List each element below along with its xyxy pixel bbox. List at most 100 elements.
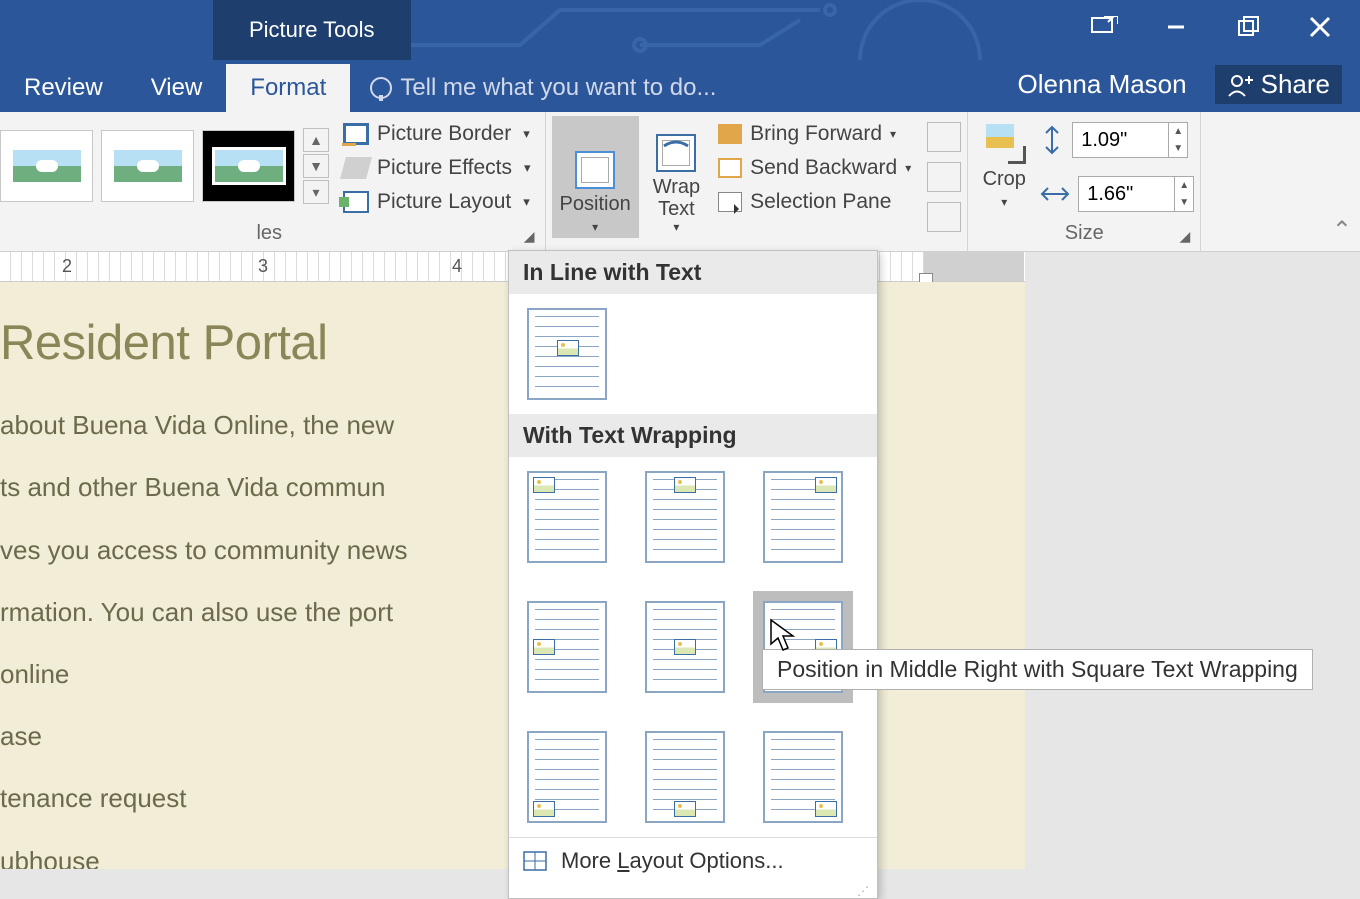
picture-layout-label: Picture Layout: [377, 190, 511, 214]
position-top-center[interactable]: [645, 471, 725, 563]
crop-label: Crop: [983, 168, 1026, 191]
chevron-down-icon: ▾: [905, 161, 911, 175]
height-input[interactable]: [1073, 129, 1168, 152]
position-dropdown: In Line with Text With Text Wrapping Mor…: [508, 250, 878, 899]
spin-up-button[interactable]: ▲: [1169, 123, 1187, 140]
picture-border-icon: [343, 123, 369, 145]
position-icon: [575, 151, 615, 189]
bring-forward-label: Bring Forward: [750, 122, 882, 146]
share-button[interactable]: Share: [1215, 65, 1342, 104]
spin-up-button[interactable]: ▲: [1175, 177, 1193, 194]
position-middle-center[interactable]: [645, 601, 725, 693]
picture-style-item[interactable]: [202, 130, 295, 202]
picture-effects-button[interactable]: Picture Effects ▾: [335, 154, 539, 182]
chevron-down-icon: ▾: [673, 220, 679, 234]
ruler-number: 4: [452, 256, 462, 277]
ruler-number: 2: [62, 256, 72, 277]
position-top-right[interactable]: [763, 471, 843, 563]
align-button[interactable]: [927, 122, 961, 152]
chevron-down-icon: ▾: [890, 127, 896, 141]
picture-layout-button[interactable]: Picture Layout ▾: [335, 188, 539, 216]
picture-layout-icon: [343, 191, 369, 213]
picture-effects-label: Picture Effects: [377, 156, 512, 180]
wrap-text-label: Wrap Text: [653, 176, 700, 220]
context-tab-picture-tools: Picture Tools: [213, 0, 411, 60]
tab-review[interactable]: Review: [0, 64, 127, 112]
picture-style-item[interactable]: [101, 130, 194, 202]
tooltip: Position in Middle Right with Square Tex…: [762, 649, 1313, 690]
picture-border-button[interactable]: Picture Border ▾: [335, 120, 539, 148]
tab-view[interactable]: View: [127, 64, 227, 112]
spin-down-button[interactable]: ▼: [1175, 194, 1193, 211]
group-label-styles: les◢: [0, 220, 539, 247]
ribbon-display-options-icon[interactable]: [1086, 16, 1122, 45]
more-layout-label: More Layout Options...: [561, 848, 784, 874]
position-inline-item[interactable]: [527, 308, 607, 400]
wrap-text-icon: [656, 134, 696, 172]
tell-me-search[interactable]: Tell me what you want to do...: [370, 74, 716, 112]
group-picture-styles: ▲ ▼ ▾ Picture Border ▾ Picture Effects ▾: [0, 112, 546, 251]
collapse-ribbon-button[interactable]: ⌃: [1332, 216, 1352, 245]
share-label: Share: [1261, 69, 1330, 100]
group-arrange: Position ▾ Wrap Text ▾ Bring Forward ▾ S…: [546, 112, 969, 251]
bring-forward-icon: [718, 124, 742, 144]
selection-pane-button[interactable]: Selection Pane: [714, 188, 921, 216]
ruler-number: 3: [258, 256, 268, 277]
layout-icon: [523, 851, 547, 871]
position-bottom-center[interactable]: [645, 731, 725, 823]
bring-forward-button[interactable]: Bring Forward ▾: [714, 120, 921, 148]
crop-icon: [982, 120, 1026, 164]
title-bar: Picture Tools: [0, 0, 1360, 60]
width-icon: [1040, 182, 1070, 206]
user-name[interactable]: Olenna Mason: [1018, 69, 1187, 100]
group-label-size: Size◢: [974, 220, 1194, 247]
resize-grip-icon[interactable]: ⋰: [509, 884, 877, 898]
send-backward-button[interactable]: Send Backward ▾: [714, 154, 921, 182]
chevron-down-icon: ▾: [523, 126, 530, 142]
gallery-up-button[interactable]: ▲: [303, 128, 329, 152]
group-size: Crop ▾ ▲▼ ▲▼ Size◢: [968, 112, 1201, 251]
wrap-text-button[interactable]: Wrap Text ▾: [645, 116, 708, 238]
position-bottom-right[interactable]: [763, 731, 843, 823]
chevron-down-icon: ▾: [523, 194, 530, 210]
picture-effects-icon: [340, 157, 372, 179]
more-layout-options[interactable]: More Layout Options...: [509, 837, 877, 884]
group-label-arrange: [552, 243, 962, 247]
crop-button[interactable]: Crop ▾: [974, 116, 1034, 213]
spin-down-button[interactable]: ▼: [1169, 140, 1187, 157]
picture-border-label: Picture Border: [377, 122, 511, 146]
ribbon: ▲ ▼ ▾ Picture Border ▾ Picture Effects ▾: [0, 112, 1360, 252]
height-icon: [1040, 125, 1064, 155]
send-backward-icon: [718, 158, 742, 178]
position-bottom-left[interactable]: [527, 731, 607, 823]
position-middle-left[interactable]: [527, 601, 607, 693]
position-button[interactable]: Position ▾: [552, 116, 639, 238]
selection-pane-icon: [718, 192, 742, 212]
width-field[interactable]: ▲▼: [1040, 176, 1194, 212]
chevron-down-icon: ▾: [524, 160, 531, 176]
height-field[interactable]: ▲▼: [1040, 122, 1194, 158]
picture-style-item[interactable]: [0, 130, 93, 202]
gallery-more-button[interactable]: ▾: [303, 180, 329, 204]
dialog-launcher-icon[interactable]: ◢: [1179, 228, 1190, 245]
position-top-left[interactable]: [527, 471, 607, 563]
position-label: Position: [560, 193, 631, 216]
selection-pane-label: Selection Pane: [750, 190, 891, 214]
ribbon-tabs: Review View Format Tell me what you want…: [0, 60, 1360, 112]
close-button[interactable]: [1302, 14, 1338, 47]
gallery-down-button[interactable]: ▼: [303, 154, 329, 178]
minimize-button[interactable]: [1158, 15, 1194, 46]
maximize-button[interactable]: [1230, 15, 1266, 46]
send-backward-label: Send Backward: [750, 156, 897, 180]
chevron-down-icon: ▾: [592, 220, 598, 234]
chevron-down-icon: ▾: [1001, 195, 1007, 209]
dropdown-header-inline: In Line with Text: [509, 251, 877, 294]
picture-styles-gallery[interactable]: ▲ ▼ ▾: [0, 116, 329, 216]
width-input[interactable]: [1079, 183, 1174, 206]
rotate-button[interactable]: [927, 202, 961, 232]
tab-format[interactable]: Format: [226, 64, 350, 112]
tell-me-placeholder: Tell me what you want to do...: [400, 74, 716, 102]
dropdown-header-wrap: With Text Wrapping: [509, 414, 877, 457]
group-button[interactable]: [927, 162, 961, 192]
dialog-launcher-icon[interactable]: ◢: [524, 228, 535, 245]
